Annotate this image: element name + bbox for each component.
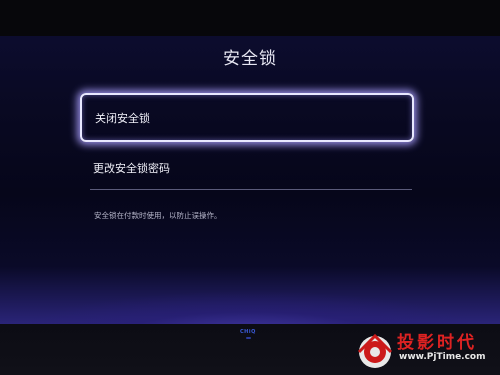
- divider: [90, 189, 412, 190]
- tv-screen: 安全锁 关闭安全锁 更改安全锁密码 安全锁在付款时使用，以防止误操作。: [0, 36, 500, 324]
- hint-text: 安全锁在付款时使用，以防止误操作。: [94, 211, 222, 220]
- tv-bezel-bottom: CHiQ 投影时代 www.PjTime.com: [0, 324, 500, 375]
- menu-item-label: 关闭安全锁: [95, 112, 150, 125]
- watermark-url: www.PjTime.com: [399, 352, 486, 362]
- brand-logo: CHiQ: [240, 329, 256, 335]
- page-title: 安全锁: [223, 49, 277, 69]
- menu-item-change-password[interactable]: 更改安全锁密码: [80, 147, 414, 187]
- watermark: 投影时代 www.PjTime.com: [355, 324, 500, 375]
- projector-logo-icon: [357, 333, 393, 368]
- power-indicator-icon: [246, 337, 251, 339]
- menu-item-label: 更改安全锁密码: [93, 162, 170, 175]
- watermark-title: 投影时代: [397, 333, 477, 353]
- tv-bezel-top: [0, 0, 500, 36]
- menu-item-disable-lock[interactable]: 关闭安全锁: [80, 93, 414, 142]
